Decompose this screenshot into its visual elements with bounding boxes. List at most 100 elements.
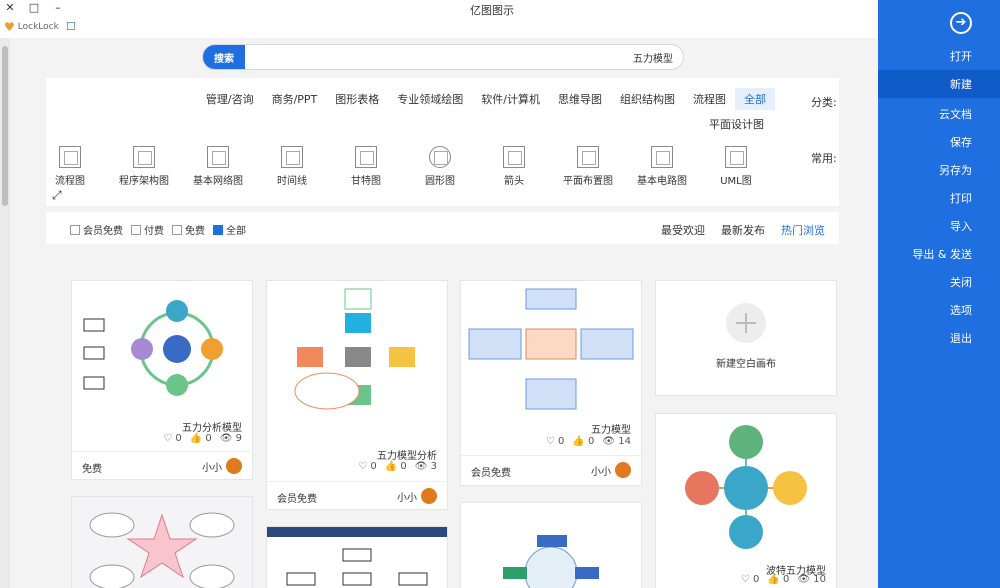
search-input[interactable] [273,49,673,65]
blank-canvas-card[interactable]: 新建空白画布 [655,280,837,396]
template-card[interactable] [71,496,253,588]
price-tag: 会员免费 [277,494,317,505]
common-floorplan[interactable]: 平面布置图 [561,146,615,187]
sort-popular[interactable]: 热门浏览 [781,222,825,238]
common-architecture[interactable]: 程序架构图 [117,146,171,187]
minimize-icon[interactable]: – [50,1,66,14]
template-thumbnail [83,300,223,396]
author-name: 小小 [591,466,611,478]
author[interactable]: 小小 [591,462,631,478]
like-count: 👍 0 [572,436,595,447]
category-management[interactable]: 管理/咨询 [197,88,263,110]
filter-paid[interactable]: 付费 [131,222,164,237]
author[interactable]: 小小 [397,488,437,504]
filter-member-free[interactable]: 会员免费 [70,222,123,237]
sidebar-item-export[interactable]: 导出 & 发送 [878,240,1000,268]
network-icon [207,146,229,168]
sidebar-item-open[interactable]: 打开 [878,42,1000,70]
template-title[interactable]: 五力模型 [591,421,631,436]
sidebar-item-save[interactable]: 保存 [878,128,1000,156]
category-org[interactable]: 组织结构图 [611,88,684,110]
template-card[interactable] [266,526,448,588]
sort-newest[interactable]: 最新发布 [721,222,765,238]
template-card[interactable]: 波特五力模型 ♡ 0 👍 0 👁 10 [655,413,837,588]
filter-panel: 分类: 全部 流程图 组织结构图 思维导图 软件/计算机 专业领域绘图 图形表格… [46,78,839,206]
back-arrow-icon[interactable]: ➔ [950,12,972,34]
category-tables[interactable]: 图形表格 [326,88,388,110]
circuit-icon [651,146,673,168]
author[interactable]: 小小 [202,458,242,474]
sidebar-item-close[interactable]: 关闭 [878,268,1000,296]
sidebar-item-save-as[interactable]: 另存为 [878,156,1000,184]
view-count: 👁 3 [414,461,437,472]
template-card[interactable]: 五力分析模型 ♡ 0 👍 0 👁 9 免费 小小 [71,280,253,480]
template-card[interactable]: 五力模型 ♡ 0 👍 0 👁 14 会员免费 小小 [460,280,642,486]
account-name: LockLock [17,22,59,32]
common-gantt[interactable]: 甘特图 [339,146,393,187]
common-uml[interactable]: UML图 [709,146,763,187]
common-label-text: 基本网络图 [193,176,243,187]
sidebar-item-cloud[interactable]: 云文档 [878,100,1000,128]
scroll-thumb[interactable] [2,46,8,206]
sidebar-item-print[interactable]: 打印 [878,184,1000,212]
sidebar-item-import[interactable]: 导入 [878,212,1000,240]
template-footer: 会员免费 小小 [461,455,641,483]
message-icon[interactable]: ☐ [66,20,76,33]
category-mindmap[interactable]: 思维导图 [549,88,611,110]
template-title[interactable]: 五力模型分析 [377,447,437,462]
timeline-icon [281,146,303,168]
filter-label: 会员免费 [83,226,123,237]
common-circuit[interactable]: 基本电路图 [635,146,689,187]
template-stats: ♡ 0 👍 0 👁 10 [741,574,826,585]
view-count: 👁 14 [602,436,631,447]
category-list: 全部 流程图 组织结构图 思维导图 软件/计算机 专业领域绘图 图形表格 商务/… [197,88,775,110]
template-thumbnail [294,288,415,410]
category-business[interactable]: 商务/PPT [263,88,327,110]
category-professional[interactable]: 专业领域绘图 [388,88,472,110]
common-label: 常用: [811,152,837,165]
sidebar-item-new[interactable]: 新建 [878,70,1000,98]
category-floorplan[interactable]: 平面设计图 [709,116,764,132]
common-arrow[interactable]: 箭头 [487,146,541,187]
search-button[interactable]: 搜索 [203,45,245,69]
common-label-text: 流程图 [55,176,85,187]
template-title[interactable]: 五力分析模型 [182,419,242,434]
checkbox-icon[interactable] [70,224,80,235]
common-network[interactable]: 基本网络图 [191,146,245,187]
sort-favorite[interactable]: 最受欢迎 [661,222,705,238]
filter-all[interactable]: 全部 [213,222,246,237]
common-timeline[interactable]: 时间线 [265,146,319,187]
filter-label: 免费 [185,226,205,237]
sidebar-item-exit[interactable]: 退出 [878,324,1000,352]
close-icon[interactable]: ✕ [2,1,18,14]
sidebar-item-options[interactable]: 选项 [878,296,1000,324]
common-list: UML图 基本电路图 平面布置图 箭头 圆形图 甘特图 时间线 基本网络图 程序… [43,146,763,187]
template-stats: ♡ 0 👍 0 👁 14 [546,436,631,447]
common-circle[interactable]: 圆形图 [413,146,467,187]
category-software[interactable]: 软件/计算机 [472,88,549,110]
flowchart-icon [59,146,81,168]
checkbox-icon[interactable] [172,224,182,235]
scrollbar[interactable] [0,38,10,588]
template-card[interactable]: 五力模型分析 ♡ 0 👍 0 👁 3 会员免费 小小 [266,280,448,510]
common-label-text: 箭头 [504,176,524,187]
price-filters: 全部 免费 付费 会员免费 [70,222,246,237]
template-card[interactable] [460,502,642,588]
account-badge[interactable]: ♥ LockLock [4,20,59,34]
maximize-icon[interactable]: □ [26,1,42,14]
checkbox-icon[interactable] [131,224,141,235]
filter-label: 全部 [226,226,246,237]
plus-icon [726,303,766,343]
checkbox-checked-icon[interactable] [213,224,223,235]
filter-free[interactable]: 免费 [172,222,205,237]
template-thumbnail [89,512,235,588]
architecture-icon [133,146,155,168]
category-flowchart[interactable]: 流程图 [684,88,735,110]
category-label: 分类: [811,96,837,109]
heart-icon: ♥ [4,20,15,34]
common-flowchart[interactable]: 流程图 [43,146,97,187]
expand-icon[interactable]: ⤢ [52,188,62,203]
backstage-sidebar: ➔ 打开 新建 云文档 保存 另存为 打印 导入 导出 & 发送 关闭 选项 退… [878,0,1000,588]
category-all[interactable]: 全部 [735,88,775,110]
view-count: 👁 9 [219,433,242,444]
